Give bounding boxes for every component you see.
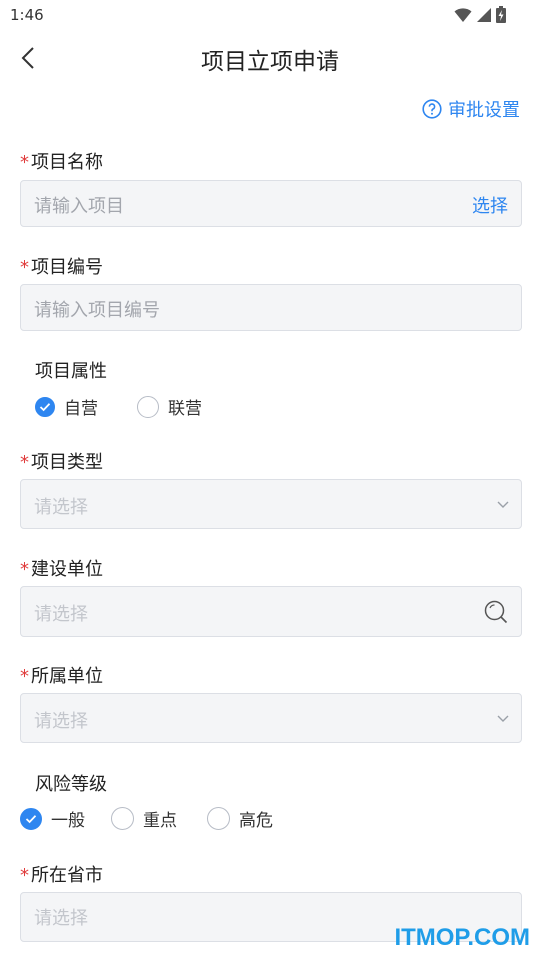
affiliated-unit-label: * 所属单位 [20, 662, 103, 688]
construction-unit-search-input[interactable]: 请选择 [20, 586, 522, 637]
project-number-placeholder: 请输入项目编号 [34, 300, 160, 321]
required-mark: * [20, 257, 29, 278]
watermark: ITMOP.COM [394, 924, 530, 951]
radio-label: 一般 [51, 811, 85, 831]
cell-signal-icon [477, 7, 491, 22]
project-number-label: * 项目编号 [20, 253, 103, 279]
risk-level-radio-group: 一般 重点 高危 [20, 806, 273, 831]
project-type-label: * 项目类型 [20, 448, 103, 474]
radio-risk-key[interactable]: 重点 [111, 806, 177, 831]
affiliated-unit-select[interactable]: 请选择 [20, 693, 522, 743]
radio-unchecked-icon [137, 395, 159, 418]
nav-bar: 项目立项申请 [0, 30, 540, 86]
status-time: 1:46 [10, 6, 44, 24]
affiliated-unit-placeholder: 请选择 [34, 711, 88, 732]
project-attribute-radio-group: 自营 联营 [35, 394, 202, 419]
radio-unchecked-icon [111, 807, 134, 830]
radio-checked-icon [35, 396, 55, 417]
status-icons [454, 6, 506, 23]
radio-risk-general[interactable]: 一般 [20, 806, 85, 831]
required-mark: * [20, 865, 29, 886]
radio-label: 自营 [64, 399, 98, 419]
project-select-button[interactable]: 选择 [472, 192, 508, 218]
project-name-input[interactable]: 请输入项目 选择 [20, 180, 522, 227]
required-mark: * [20, 559, 29, 580]
risk-level-label: 风险等级 [35, 774, 107, 795]
radio-label: 重点 [143, 811, 177, 831]
chevron-down-icon [495, 496, 511, 516]
project-attribute-label: 项目属性 [35, 361, 107, 382]
radio-label: 高危 [239, 811, 273, 831]
required-mark: * [20, 152, 29, 173]
radio-self-operated[interactable]: 自营 [35, 394, 98, 419]
project-type-select[interactable]: 请选择 [20, 479, 522, 529]
province-city-placeholder: 请选择 [34, 908, 88, 929]
approval-settings-label: 审批设置 [448, 100, 520, 121]
province-city-label-text: 所在省市 [31, 865, 103, 886]
required-mark: * [20, 666, 29, 687]
radio-joint-operated[interactable]: 联营 [137, 394, 202, 419]
battery-charging-icon [496, 6, 506, 23]
construction-unit-label-text: 建设单位 [31, 559, 103, 580]
required-mark: * [20, 452, 29, 473]
affiliated-unit-label-text: 所属单位 [31, 666, 103, 687]
province-city-label: * 所在省市 [20, 861, 103, 887]
project-type-label-text: 项目类型 [31, 452, 103, 473]
wifi-icon [454, 7, 472, 22]
project-name-label-text: 项目名称 [31, 152, 103, 173]
approval-settings-button[interactable]: 审批设置 [422, 96, 520, 122]
help-circle-icon [422, 99, 442, 119]
project-number-label-text: 项目编号 [31, 257, 103, 278]
radio-risk-high[interactable]: 高危 [207, 806, 273, 831]
project-name-placeholder: 请输入项目 [34, 196, 124, 217]
construction-unit-label: * 建设单位 [20, 555, 103, 581]
radio-label: 联营 [168, 399, 202, 419]
construction-unit-placeholder: 请选择 [34, 604, 88, 625]
radio-checked-icon [20, 807, 42, 830]
project-name-label: * 项目名称 [20, 148, 103, 174]
status-bar: 1:46 [0, 0, 540, 30]
search-icon[interactable] [483, 599, 509, 629]
page-title: 项目立项申请 [201, 49, 339, 75]
project-number-input[interactable]: 请输入项目编号 [20, 284, 522, 331]
project-type-placeholder: 请选择 [34, 497, 88, 518]
radio-unchecked-icon [207, 807, 230, 830]
chevron-down-icon [495, 710, 511, 730]
